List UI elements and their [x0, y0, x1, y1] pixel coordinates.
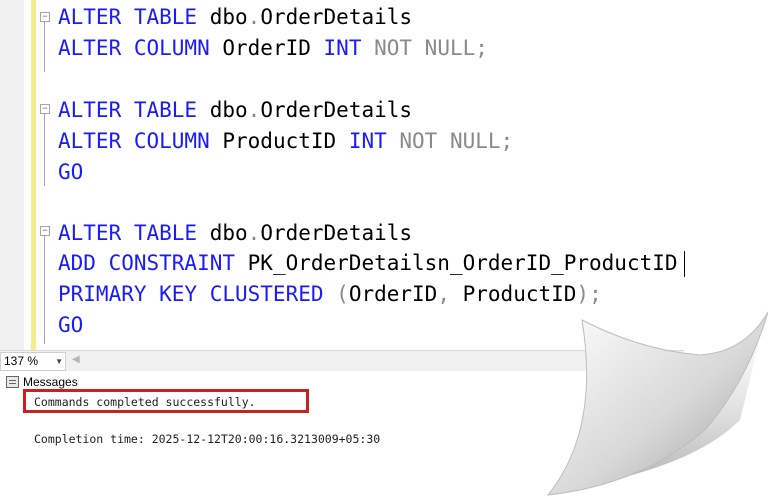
code-line[interactable]: GO	[58, 310, 83, 341]
code-token: ALTER TABLE	[58, 5, 210, 29]
code-token: OrderDetails	[260, 98, 413, 122]
code-line[interactable]: ALTER TABLE dbo.OrderDetails	[58, 218, 412, 249]
code-token: ALTER TABLE	[58, 98, 210, 122]
code-token: ProductID	[222, 129, 349, 153]
completion-time: Completion time: 2025-12-12T20:00:16.321…	[34, 432, 381, 446]
code-token: (	[336, 282, 349, 306]
code-token: INT	[348, 129, 400, 153]
code-token: NOT NULL	[374, 36, 476, 60]
code-token: GO	[58, 160, 84, 184]
code-token: dbo	[209, 98, 248, 122]
zoom-bar: 137 % ▼ ◀	[0, 350, 768, 371]
sql-editor[interactable]: ALTER TABLE dbo.OrderDetails ALTER COLUMN…	[0, 0, 768, 350]
messages-icon	[6, 375, 19, 388]
highlight-box	[23, 389, 309, 413]
zoom-value: 137 %	[4, 354, 39, 368]
code-token: PK_OrderDetailsn_OrderID_ProductID	[247, 251, 678, 275]
code-token: OrderID	[222, 36, 324, 60]
code-line[interactable]: ALTER TABLE dbo.OrderDetails	[58, 95, 412, 126]
code-line[interactable]: ALTER COLUMN OrderID INT NOT NULL;	[58, 33, 488, 64]
code-line[interactable]: ADD CONSTRAINT PK_OrderDetailsn_OrderID_…	[58, 248, 685, 279]
fold-guide	[44, 22, 45, 72]
messages-tab-label: Messages	[23, 375, 78, 389]
code-token: OrderDetails	[260, 5, 413, 29]
code-line[interactable]: ALTER TABLE dbo.OrderDetails	[58, 2, 412, 33]
code-token: ALTER COLUMN	[58, 129, 223, 153]
code-token: .	[247, 221, 261, 245]
code-token: );	[576, 282, 602, 306]
fold-guide	[44, 236, 45, 344]
collapse-icon[interactable]: −	[40, 226, 50, 236]
collapse-icon[interactable]: −	[40, 104, 50, 114]
code-token: dbo	[209, 221, 248, 245]
code-token: INT	[323, 36, 375, 60]
messages-pane: Messages Commands completed successfully…	[0, 371, 768, 500]
line-gutter	[0, 0, 24, 350]
change-tracking-bar	[31, 0, 36, 350]
text-caret	[683, 251, 685, 277]
code-token: ;	[500, 129, 514, 153]
zoom-dropdown[interactable]: 137 % ▼	[0, 352, 66, 371]
code-token: .	[247, 98, 261, 122]
messages-tab[interactable]: Messages	[6, 374, 78, 390]
code-token: OrderID	[348, 282, 438, 306]
code-line[interactable]: ALTER COLUMN ProductID INT NOT NULL;	[58, 126, 513, 157]
code-line[interactable]: PRIMARY KEY CLUSTERED (OrderID, ProductI…	[58, 279, 602, 310]
code-token: dbo	[209, 5, 248, 29]
code-token: GO	[58, 313, 84, 337]
chevron-down-icon[interactable]: ▼	[55, 353, 63, 370]
code-line[interactable]: GO	[58, 157, 83, 188]
code-token: NOT NULL	[399, 129, 501, 153]
code-token: .	[247, 5, 261, 29]
code-token: OrderDetails	[260, 221, 413, 245]
collapse-icon[interactable]: −	[40, 12, 50, 22]
code-token: ,	[437, 282, 463, 306]
code-token: ADD CONSTRAINT	[58, 251, 248, 275]
fold-guide	[44, 114, 45, 186]
code-token: ProductID	[462, 282, 577, 306]
code-token: ;	[475, 36, 488, 60]
code-token: ALTER COLUMN	[58, 36, 223, 60]
scroll-left-icon[interactable]: ◀	[72, 354, 80, 365]
code-token: PRIMARY KEY CLUSTERED	[58, 282, 337, 306]
code-token: ALTER TABLE	[58, 221, 210, 245]
